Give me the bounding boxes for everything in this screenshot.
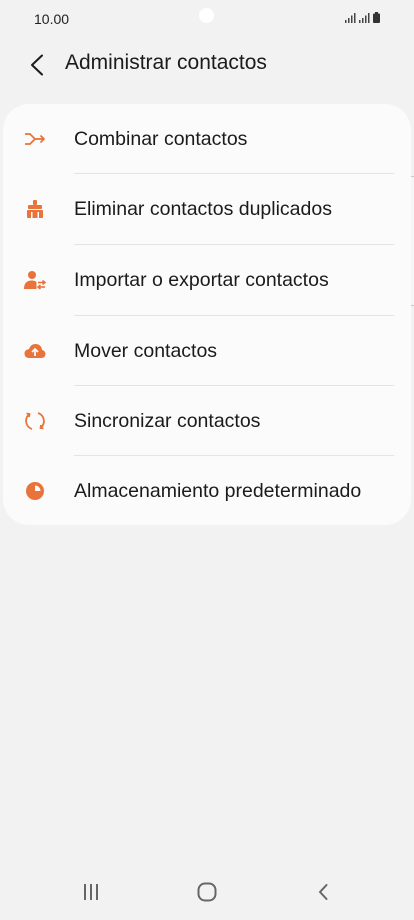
- back-arrow-icon: [31, 54, 43, 76]
- recent-apps-icon: [84, 884, 98, 900]
- sync-icon: [24, 410, 46, 432]
- menu-item-move-contacts[interactable]: Mover contactos: [3, 316, 411, 386]
- menu-item-label: Eliminar contactos duplicados: [74, 198, 332, 220]
- menu-item-label: Almacenamiento predeterminado: [74, 480, 362, 502]
- import-export-icon: [24, 269, 46, 291]
- status-time: 10.00: [34, 11, 70, 27]
- brush-icon: [24, 198, 46, 220]
- status-bar: 10.00: [0, 0, 414, 40]
- menu-item-default-storage[interactable]: Almacenamiento predeterminado: [3, 456, 411, 526]
- nav-back-button[interactable]: [303, 872, 343, 912]
- signal-icon: [345, 13, 356, 23]
- menu-item-import-export[interactable]: Importar o exportar contactos: [3, 245, 411, 315]
- menu-item-label: Combinar contactos: [74, 128, 248, 150]
- back-button[interactable]: [20, 48, 54, 82]
- back-icon: [319, 884, 328, 900]
- camera-cutout: [199, 8, 214, 23]
- app-bar: Administrar contactos: [0, 40, 414, 90]
- cloud-upload-icon: [24, 340, 46, 362]
- menu-item-delete-duplicates[interactable]: Eliminar contactos duplicados: [3, 174, 411, 244]
- menu-item-label: Mover contactos: [74, 340, 218, 362]
- menu-item-label: Importar o exportar contactos: [74, 269, 329, 291]
- signal-icon: [359, 13, 370, 23]
- navigation-bar: [0, 862, 414, 920]
- merge-icon: [24, 128, 46, 150]
- page-title: Administrar contactos: [65, 51, 267, 74]
- menu-item-sync-contacts[interactable]: Sincronizar contactos: [3, 386, 411, 456]
- storage-pie-icon: [24, 480, 46, 502]
- menu-item-combine-contacts[interactable]: Combinar contactos: [3, 104, 411, 174]
- battery-icon: [373, 12, 380, 23]
- home-icon: [197, 882, 217, 902]
- menu-card: Combinar contactos Eliminar contactos du…: [3, 104, 411, 525]
- status-icons: [345, 12, 380, 23]
- recent-apps-button[interactable]: [71, 872, 111, 912]
- home-button[interactable]: [187, 872, 227, 912]
- menu-item-label: Sincronizar contactos: [74, 410, 261, 432]
